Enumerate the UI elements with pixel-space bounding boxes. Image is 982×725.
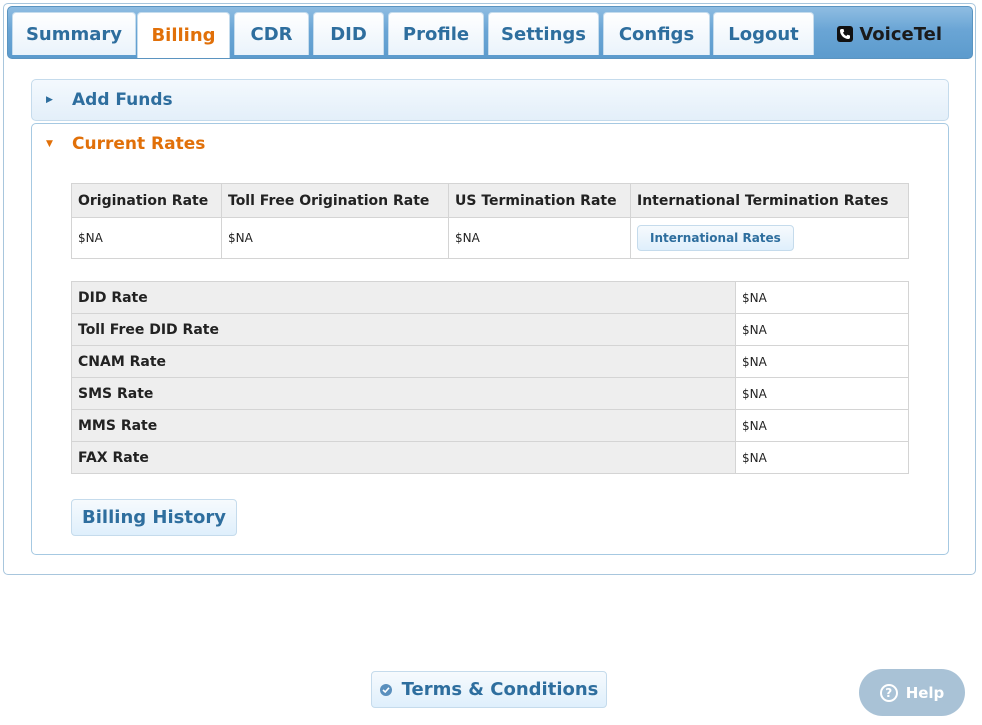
table-row: MMS Rate $NA <box>71 409 909 442</box>
did-rate-value: $NA <box>735 281 909 314</box>
international-rates-button[interactable]: International Rates <box>637 225 794 251</box>
header-us-termination-rate: US Termination Rate <box>448 183 631 218</box>
help-button[interactable]: ? Help <box>859 669 965 716</box>
accordion-current-rates[interactable]: ▼ Current Rates <box>31 123 949 164</box>
sms-rate-label: SMS Rate <box>71 377 736 410</box>
rates-table: Origination Rate Toll Free Origination R… <box>71 183 909 259</box>
question-circle-icon: ? <box>879 683 898 702</box>
tab-logout[interactable]: Logout <box>713 12 814 55</box>
accordion-add-funds[interactable]: ▶ Add Funds <box>31 79 949 121</box>
table-row: FAX Rate $NA <box>71 441 909 474</box>
tab-bar: Summary Billing CDR DID Profile Settings… <box>7 6 973 59</box>
accordion-current-rates-title: Current Rates <box>72 133 206 154</box>
triangle-down-icon: ▼ <box>46 138 53 149</box>
terms-label: Terms & Conditions <box>401 679 599 700</box>
billing-history-button[interactable]: Billing History <box>71 499 237 536</box>
phone-icon <box>837 26 854 42</box>
mms-rate-value: $NA <box>735 409 909 442</box>
brand-label: VoiceTel <box>859 23 942 45</box>
international-rates-cell: International Rates <box>630 217 909 259</box>
accordion-add-funds-title: Add Funds <box>72 90 173 110</box>
cnam-rate-value: $NA <box>735 345 909 378</box>
tab-settings[interactable]: Settings <box>488 12 599 55</box>
origination-rate-value: $NA <box>71 217 222 259</box>
misc-rates-table: DID Rate $NA Toll Free DID Rate $NA CNAM… <box>71 281 909 474</box>
did-rate-label: DID Rate <box>71 281 736 314</box>
terms-conditions-button[interactable]: Terms & Conditions <box>371 671 607 708</box>
fax-rate-label: FAX Rate <box>71 441 736 474</box>
tab-configs[interactable]: Configs <box>603 12 710 55</box>
tab-did[interactable]: DID <box>313 12 384 55</box>
header-international-termination-rates: International Termination Rates <box>630 183 909 218</box>
help-label: Help <box>905 683 945 702</box>
table-row: SMS Rate $NA <box>71 377 909 410</box>
table-row: CNAM Rate $NA <box>71 345 909 378</box>
tab-summary[interactable]: Summary <box>12 12 136 55</box>
table-row: Toll Free DID Rate $NA <box>71 313 909 346</box>
tab-billing[interactable]: Billing <box>137 12 230 58</box>
tab-profile[interactable]: Profile <box>388 12 484 55</box>
us-termination-rate-value: $NA <box>448 217 631 259</box>
header-origination-rate: Origination Rate <box>71 183 222 218</box>
table-row: DID Rate $NA <box>71 281 909 314</box>
table-row: $NA $NA $NA International Rates <box>71 217 909 259</box>
check-circle-icon <box>379 683 392 696</box>
header-toll-free-origination-rate: Toll Free Origination Rate <box>221 183 449 218</box>
mms-rate-label: MMS Rate <box>71 409 736 442</box>
tab-cdr[interactable]: CDR <box>234 12 309 55</box>
triangle-right-icon: ▶ <box>46 95 53 105</box>
table-header-row: Origination Rate Toll Free Origination R… <box>71 183 909 218</box>
brand: VoiceTel <box>837 21 942 47</box>
sms-rate-value: $NA <box>735 377 909 410</box>
toll-free-did-rate-value: $NA <box>735 313 909 346</box>
toll-free-origination-rate-value: $NA <box>221 217 449 259</box>
cnam-rate-label: CNAM Rate <box>71 345 736 378</box>
fax-rate-value: $NA <box>735 441 909 474</box>
toll-free-did-rate-label: Toll Free DID Rate <box>71 313 736 346</box>
